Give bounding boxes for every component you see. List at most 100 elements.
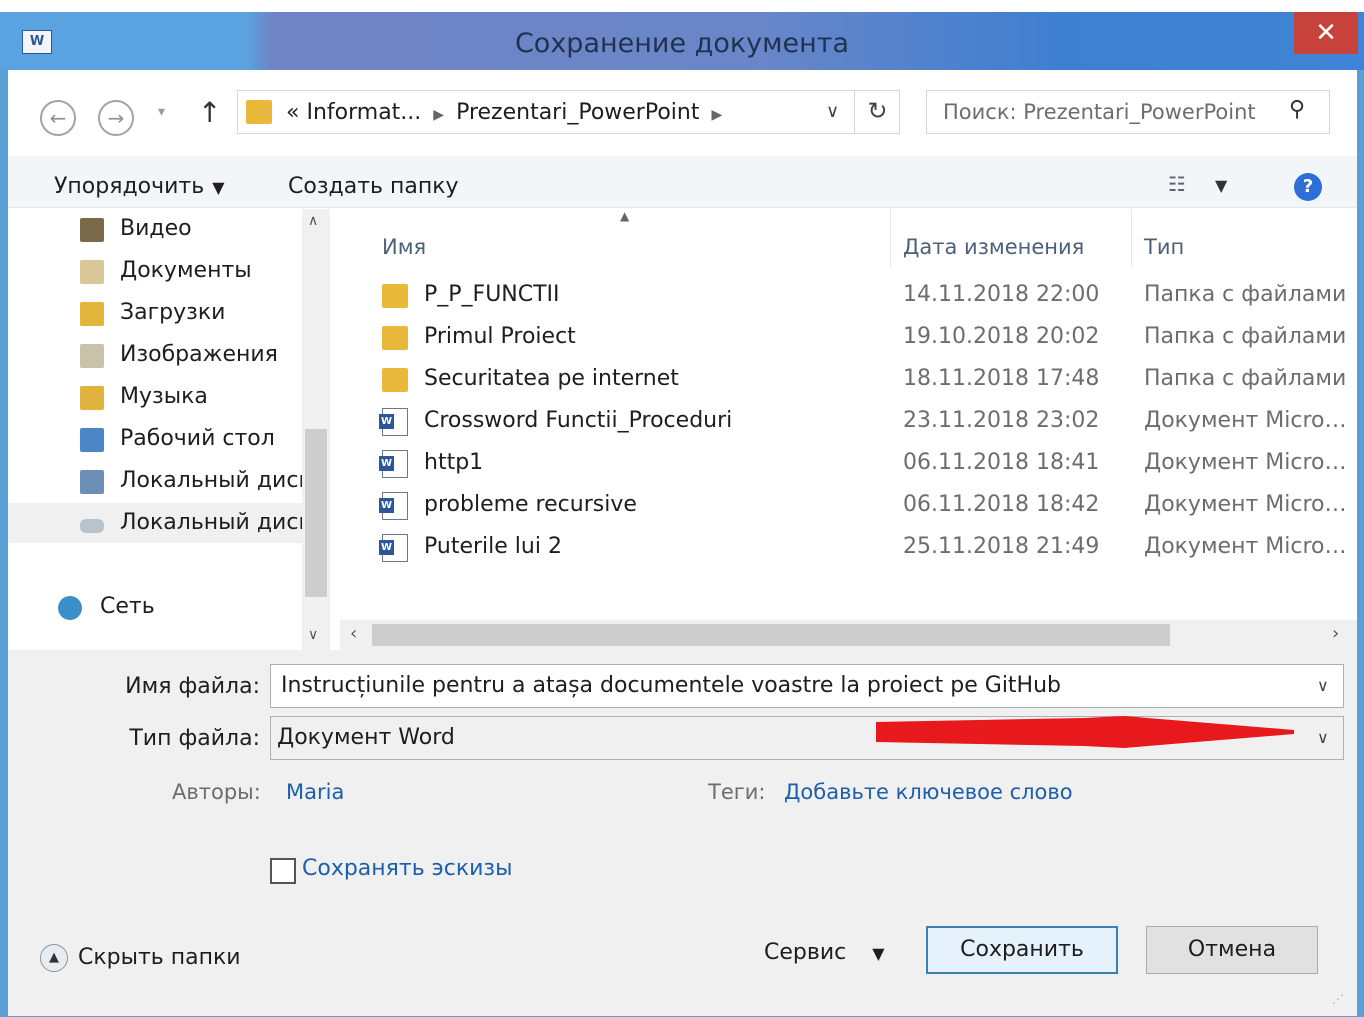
pictures-icon (80, 344, 104, 368)
file-row[interactable]: Crossword Functii_Proceduri 23.11.2018 2… (340, 400, 1357, 442)
chevron-up-icon: ▲ (40, 944, 68, 972)
tags-input[interactable]: Добавьте ключевое слово (784, 780, 1073, 804)
file-date: 06.11.2018 18:42 (903, 492, 1100, 517)
tools-button[interactable]: Сервис ▼ (764, 940, 885, 965)
file-row[interactable]: Puterile lui 2 25.11.2018 21:49 Документ… (340, 526, 1357, 568)
file-type: Папка с файлами (1144, 282, 1347, 307)
file-row[interactable]: probleme recursive 06.11.2018 18:42 Доку… (340, 484, 1357, 526)
drive-icon (80, 519, 104, 533)
scroll-down-icon[interactable]: ∨ (308, 627, 318, 643)
sort-ascending-icon: ▲ (620, 209, 630, 223)
caret-down-icon: ▼ (872, 944, 885, 963)
cancel-button[interactable]: Отмена (1146, 926, 1318, 974)
up-level-button[interactable]: ↑ (198, 96, 221, 129)
column-header-date[interactable]: Дата изменения (903, 235, 1084, 259)
command-toolbar: Упорядочить ▼ Создать папку ☷ ▼ ? (8, 156, 1357, 208)
chevron-down-icon[interactable]: ∨ (1317, 728, 1329, 747)
file-type: Папка с файлами (1144, 324, 1347, 349)
tags-label: Теги: (708, 780, 766, 804)
close-button[interactable]: ✕ (1294, 12, 1358, 54)
file-date: 06.11.2018 18:41 (903, 450, 1100, 475)
nav-item-desktop[interactable]: Рабочий стол (8, 419, 302, 459)
forward-button[interactable]: → (98, 100, 134, 136)
file-type: Документ Micros... (1144, 408, 1354, 433)
help-icon[interactable]: ? (1294, 173, 1322, 201)
nav-item-label: Изображения (120, 342, 278, 367)
nav-item-local-disk-d[interactable]: Локальный диск (8, 503, 302, 543)
recent-locations-dropdown-icon[interactable]: ▾ (158, 104, 165, 120)
column-divider[interactable] (890, 209, 891, 267)
nav-item-local-disk-c[interactable]: Локальный диск (8, 461, 302, 501)
dialog-title: Сохранение документа (514, 28, 850, 59)
title-bar[interactable]: W Сохранение документа ✕ (0, 12, 1364, 70)
file-name: Crossword Functii_Proceduri (424, 408, 733, 433)
file-name: Primul Proiect (424, 324, 576, 349)
address-bar[interactable]: « Informat... ▶ Prezentari_PowerPoint ▶ ∨ ↻ (237, 90, 900, 134)
column-divider[interactable] (1131, 209, 1132, 267)
address-dropdown-icon[interactable]: ∨ (826, 101, 839, 122)
chevron-right-icon[interactable]: ▶ (711, 107, 722, 123)
nav-item-label: Загрузки (120, 300, 226, 325)
video-icon (80, 218, 104, 242)
nav-item-music[interactable]: Музыка (8, 377, 302, 417)
nav-item-label: Музыка (120, 384, 208, 409)
breadcrumb-item[interactable]: Prezentari_PowerPoint (456, 100, 699, 125)
horizontal-scrollbar[interactable]: ‹ › (340, 620, 1357, 650)
column-header-name[interactable]: Имя (382, 235, 426, 259)
file-row[interactable]: P_P_FUNCTII 14.11.2018 22:00 Папка с фай… (340, 274, 1357, 316)
folder-icon (382, 326, 408, 350)
scroll-right-icon[interactable]: › (1332, 623, 1339, 644)
file-list: ▲ Имя Дата изменения Тип P_P_FUNCTII 14.… (340, 209, 1357, 650)
file-date: 23.11.2018 23:02 (903, 408, 1100, 433)
nav-item-video[interactable]: Видео (8, 209, 302, 249)
network-icon (58, 596, 82, 620)
folder-icon (382, 284, 408, 308)
file-date: 14.11.2018 22:00 (903, 282, 1100, 307)
new-folder-button[interactable]: Создать папку (288, 174, 459, 199)
save-thumbnails-checkbox[interactable] (270, 858, 296, 884)
scroll-up-icon[interactable]: ∧ (308, 213, 318, 229)
downloads-icon (80, 302, 104, 326)
nav-item-network[interactable]: Сеть (8, 587, 302, 627)
save-button[interactable]: Сохранить (926, 926, 1118, 974)
breadcrumb-item[interactable]: Informat... (306, 100, 421, 125)
file-date: 19.10.2018 20:02 (903, 324, 1100, 349)
view-options-icon[interactable]: ☷ (1168, 172, 1186, 196)
file-row[interactable]: http1 06.11.2018 18:41 Документ Micros..… (340, 442, 1357, 484)
nav-item-downloads[interactable]: Загрузки (8, 293, 302, 333)
save-options-form: Имя файла: Instrucțiunile pentru a atașa… (8, 650, 1357, 1016)
nav-pane-scrollbar[interactable]: ∧ ∨ (302, 209, 330, 650)
scroll-left-icon[interactable]: ‹ (350, 623, 357, 644)
filetype-label: Тип файла: (129, 726, 260, 751)
nav-item-pictures[interactable]: Изображения (8, 335, 302, 375)
scrollbar-thumb[interactable] (305, 429, 327, 597)
red-arrow-annotation (876, 716, 1294, 748)
chevron-down-icon[interactable]: ∨ (1317, 676, 1329, 695)
refresh-button[interactable]: ↻ (854, 91, 900, 133)
nav-item-documents[interactable]: Документы (8, 251, 302, 291)
documents-icon (80, 260, 104, 284)
search-input[interactable] (927, 91, 1277, 133)
scrollbar-thumb[interactable] (372, 624, 1170, 646)
chevron-right-icon[interactable]: ▶ (433, 107, 444, 123)
column-header-type[interactable]: Тип (1144, 235, 1184, 259)
save-thumbnails-label[interactable]: Сохранять эскизы (302, 856, 513, 881)
search-box: ⚲ (926, 90, 1330, 134)
resize-grip-icon[interactable]: ⋰ (1332, 992, 1344, 1006)
hide-folders-button[interactable]: ▲ Скрыть папки (40, 944, 241, 972)
view-dropdown-icon[interactable]: ▼ (1215, 176, 1227, 195)
word-document-icon (379, 450, 408, 478)
hide-folders-label: Скрыть папки (78, 945, 241, 970)
search-icon[interactable]: ⚲ (1289, 97, 1305, 122)
file-row[interactable]: Primul Proiect 19.10.2018 20:02 Папка с … (340, 316, 1357, 358)
local-disk-icon (80, 470, 104, 494)
authors-value[interactable]: Maria (286, 780, 344, 804)
organize-button[interactable]: Упорядочить ▼ (54, 174, 225, 199)
nav-item-label: Сеть (100, 594, 155, 619)
nav-item-label: Видео (120, 216, 192, 241)
file-row[interactable]: Securitatea pe internet 18.11.2018 17:48… (340, 358, 1357, 400)
filename-value[interactable]: Instrucțiunile pentru a atașa documentel… (281, 673, 1061, 698)
breadcrumb-chevron[interactable]: « (286, 100, 299, 125)
filename-field[interactable]: Instrucțiunile pentru a atașa documentel… (270, 664, 1344, 708)
back-button[interactable]: ← (40, 100, 76, 136)
